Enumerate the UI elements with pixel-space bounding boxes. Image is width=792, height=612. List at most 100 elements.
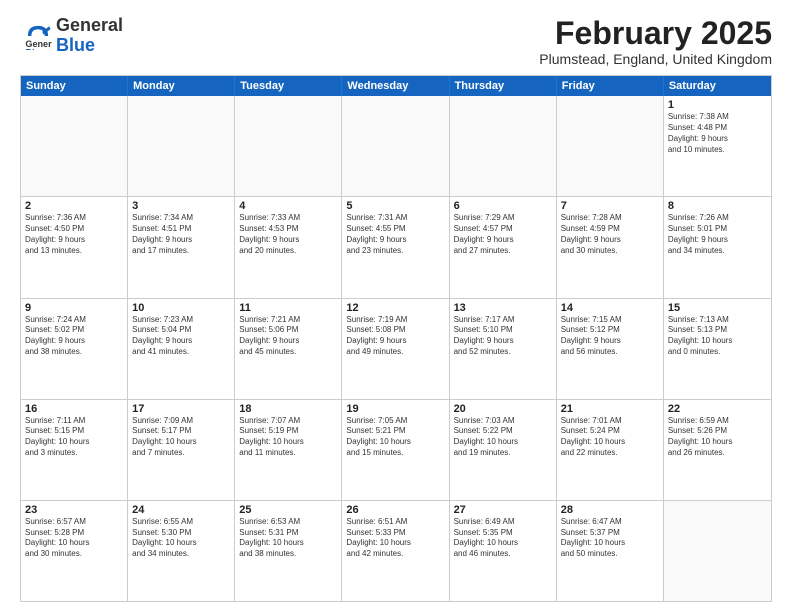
table-row: 5Sunrise: 7:31 AMSunset: 4:55 PMDaylight… (342, 197, 449, 297)
day-info: Sunrise: 7:19 AMSunset: 5:08 PMDaylight:… (346, 315, 444, 358)
header-wednesday: Wednesday (342, 76, 449, 96)
day-number: 19 (346, 403, 444, 415)
header-monday: Monday (128, 76, 235, 96)
day-number: 10 (132, 302, 230, 314)
day-number: 9 (25, 302, 123, 314)
day-info: Sunrise: 6:55 AMSunset: 5:30 PMDaylight:… (132, 517, 230, 560)
cal-row-3: 16Sunrise: 7:11 AMSunset: 5:15 PMDayligh… (21, 400, 771, 501)
cal-row-1: 2Sunrise: 7:36 AMSunset: 4:50 PMDaylight… (21, 197, 771, 298)
day-number: 12 (346, 302, 444, 314)
table-row: 17Sunrise: 7:09 AMSunset: 5:17 PMDayligh… (128, 400, 235, 500)
day-number: 1 (668, 99, 767, 111)
table-row: 2Sunrise: 7:36 AMSunset: 4:50 PMDaylight… (21, 197, 128, 297)
day-info: Sunrise: 7:05 AMSunset: 5:21 PMDaylight:… (346, 416, 444, 459)
calendar: Sunday Monday Tuesday Wednesday Thursday… (20, 75, 772, 602)
day-info: Sunrise: 6:57 AMSunset: 5:28 PMDaylight:… (25, 517, 123, 560)
day-number: 3 (132, 200, 230, 212)
logo-blue: Blue (56, 35, 95, 55)
header-saturday: Saturday (664, 76, 771, 96)
day-number: 6 (454, 200, 552, 212)
cal-row-2: 9Sunrise: 7:24 AMSunset: 5:02 PMDaylight… (21, 299, 771, 400)
table-row: 22Sunrise: 6:59 AMSunset: 5:26 PMDayligh… (664, 400, 771, 500)
table-row: 16Sunrise: 7:11 AMSunset: 5:15 PMDayligh… (21, 400, 128, 500)
table-row: 15Sunrise: 7:13 AMSunset: 5:13 PMDayligh… (664, 299, 771, 399)
table-row: 12Sunrise: 7:19 AMSunset: 5:08 PMDayligh… (342, 299, 449, 399)
table-row: 13Sunrise: 7:17 AMSunset: 5:10 PMDayligh… (450, 299, 557, 399)
day-number: 21 (561, 403, 659, 415)
table-row (664, 501, 771, 601)
day-info: Sunrise: 7:34 AMSunset: 4:51 PMDaylight:… (132, 213, 230, 256)
header: General Blue General Blue February 2025 … (20, 16, 772, 67)
day-info: Sunrise: 7:21 AMSunset: 5:06 PMDaylight:… (239, 315, 337, 358)
header-thursday: Thursday (450, 76, 557, 96)
table-row: 27Sunrise: 6:49 AMSunset: 5:35 PMDayligh… (450, 501, 557, 601)
table-row: 6Sunrise: 7:29 AMSunset: 4:57 PMDaylight… (450, 197, 557, 297)
table-row: 11Sunrise: 7:21 AMSunset: 5:06 PMDayligh… (235, 299, 342, 399)
calendar-title: February 2025 (539, 16, 772, 51)
day-number: 24 (132, 504, 230, 516)
day-info: Sunrise: 7:31 AMSunset: 4:55 PMDaylight:… (346, 213, 444, 256)
table-row (342, 96, 449, 196)
table-row: 23Sunrise: 6:57 AMSunset: 5:28 PMDayligh… (21, 501, 128, 601)
day-info: Sunrise: 7:23 AMSunset: 5:04 PMDaylight:… (132, 315, 230, 358)
logo: General Blue General Blue (20, 16, 123, 56)
day-number: 18 (239, 403, 337, 415)
day-info: Sunrise: 7:03 AMSunset: 5:22 PMDaylight:… (454, 416, 552, 459)
logo-icon: General Blue (24, 22, 52, 50)
table-row: 10Sunrise: 7:23 AMSunset: 5:04 PMDayligh… (128, 299, 235, 399)
day-number: 26 (346, 504, 444, 516)
day-number: 7 (561, 200, 659, 212)
day-info: Sunrise: 7:13 AMSunset: 5:13 PMDaylight:… (668, 315, 767, 358)
table-row (235, 96, 342, 196)
day-number: 15 (668, 302, 767, 314)
day-number: 16 (25, 403, 123, 415)
table-row: 3Sunrise: 7:34 AMSunset: 4:51 PMDaylight… (128, 197, 235, 297)
day-info: Sunrise: 6:53 AMSunset: 5:31 PMDaylight:… (239, 517, 337, 560)
day-number: 8 (668, 200, 767, 212)
day-info: Sunrise: 7:36 AMSunset: 4:50 PMDaylight:… (25, 213, 123, 256)
day-number: 22 (668, 403, 767, 415)
table-row: 8Sunrise: 7:26 AMSunset: 5:01 PMDaylight… (664, 197, 771, 297)
table-row: 19Sunrise: 7:05 AMSunset: 5:21 PMDayligh… (342, 400, 449, 500)
cal-row-0: 1Sunrise: 7:38 AMSunset: 4:48 PMDaylight… (21, 96, 771, 197)
table-row: 21Sunrise: 7:01 AMSunset: 5:24 PMDayligh… (557, 400, 664, 500)
table-row (557, 96, 664, 196)
day-number: 5 (346, 200, 444, 212)
day-number: 23 (25, 504, 123, 516)
header-friday: Friday (557, 76, 664, 96)
title-block: February 2025 Plumstead, England, United… (539, 16, 772, 67)
day-info: Sunrise: 7:33 AMSunset: 4:53 PMDaylight:… (239, 213, 337, 256)
day-info: Sunrise: 7:26 AMSunset: 5:01 PMDaylight:… (668, 213, 767, 256)
page: General Blue General Blue February 2025 … (0, 0, 792, 612)
table-row: 14Sunrise: 7:15 AMSunset: 5:12 PMDayligh… (557, 299, 664, 399)
day-number: 4 (239, 200, 337, 212)
table-row: 9Sunrise: 7:24 AMSunset: 5:02 PMDaylight… (21, 299, 128, 399)
day-info: Sunrise: 7:38 AMSunset: 4:48 PMDaylight:… (668, 112, 767, 155)
day-info: Sunrise: 6:47 AMSunset: 5:37 PMDaylight:… (561, 517, 659, 560)
day-info: Sunrise: 6:59 AMSunset: 5:26 PMDaylight:… (668, 416, 767, 459)
day-info: Sunrise: 7:24 AMSunset: 5:02 PMDaylight:… (25, 315, 123, 358)
table-row: 24Sunrise: 6:55 AMSunset: 5:30 PMDayligh… (128, 501, 235, 601)
day-number: 14 (561, 302, 659, 314)
table-row: 25Sunrise: 6:53 AMSunset: 5:31 PMDayligh… (235, 501, 342, 601)
header-sunday: Sunday (21, 76, 128, 96)
logo-general: General (56, 15, 123, 35)
table-row: 4Sunrise: 7:33 AMSunset: 4:53 PMDaylight… (235, 197, 342, 297)
day-info: Sunrise: 6:49 AMSunset: 5:35 PMDaylight:… (454, 517, 552, 560)
table-row: 26Sunrise: 6:51 AMSunset: 5:33 PMDayligh… (342, 501, 449, 601)
day-info: Sunrise: 6:51 AMSunset: 5:33 PMDaylight:… (346, 517, 444, 560)
day-info: Sunrise: 7:09 AMSunset: 5:17 PMDaylight:… (132, 416, 230, 459)
header-tuesday: Tuesday (235, 76, 342, 96)
day-info: Sunrise: 7:01 AMSunset: 5:24 PMDaylight:… (561, 416, 659, 459)
day-info: Sunrise: 7:07 AMSunset: 5:19 PMDaylight:… (239, 416, 337, 459)
day-number: 20 (454, 403, 552, 415)
table-row: 18Sunrise: 7:07 AMSunset: 5:19 PMDayligh… (235, 400, 342, 500)
day-number: 11 (239, 302, 337, 314)
calendar-subtitle: Plumstead, England, United Kingdom (539, 51, 772, 67)
day-number: 2 (25, 200, 123, 212)
table-row: 20Sunrise: 7:03 AMSunset: 5:22 PMDayligh… (450, 400, 557, 500)
day-info: Sunrise: 7:28 AMSunset: 4:59 PMDaylight:… (561, 213, 659, 256)
svg-text:Blue: Blue (25, 47, 45, 49)
day-info: Sunrise: 7:29 AMSunset: 4:57 PMDaylight:… (454, 213, 552, 256)
day-info: Sunrise: 7:11 AMSunset: 5:15 PMDaylight:… (25, 416, 123, 459)
